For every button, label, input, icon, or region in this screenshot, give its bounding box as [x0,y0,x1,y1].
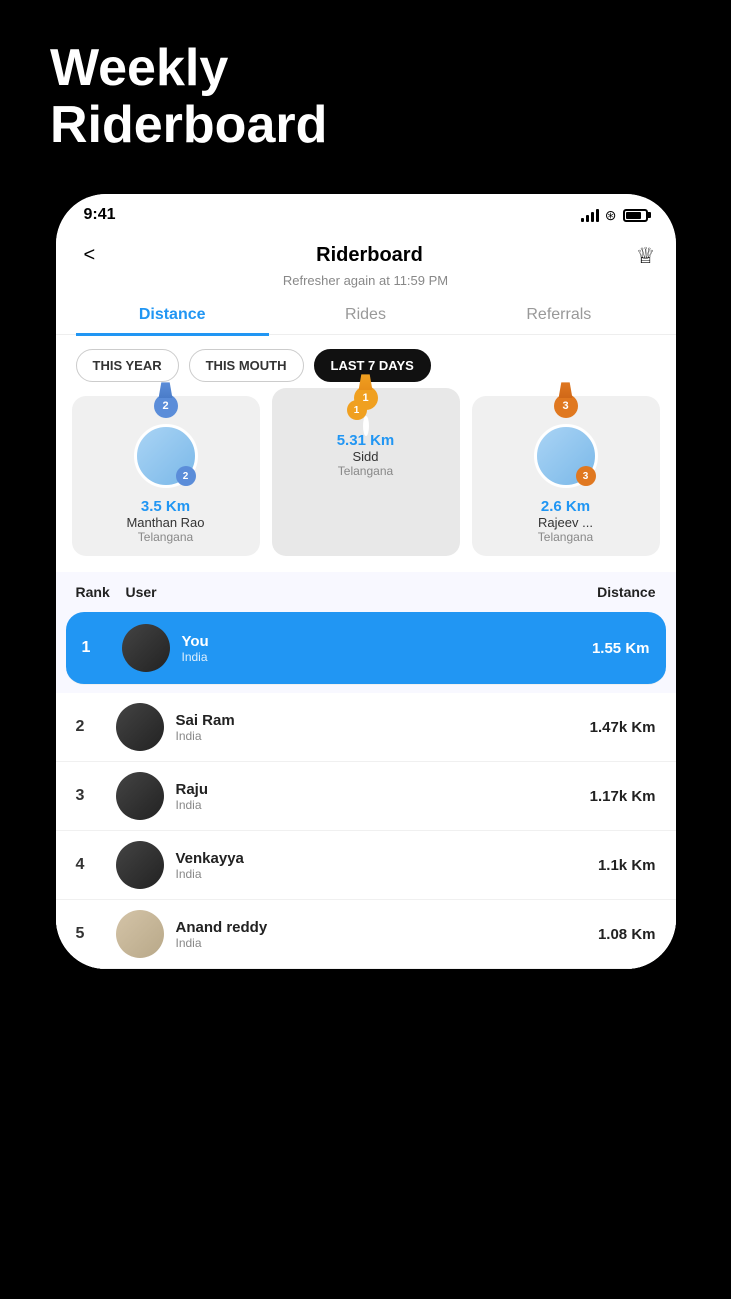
leaderboard-row-4: 4 Venkayya India 1.1k Km [56,831,676,900]
leaderboard-row-2: 2 Sai Ram India 1.47k Km [56,693,676,762]
page-title: WeeklyRiderboard [0,0,377,184]
tab-rides[interactable]: Rides [269,296,462,334]
back-button[interactable]: < [76,240,104,271]
rank-badge-2nd: 2 [176,466,196,486]
podium-card-2nd: 2 2 3.5 Km Manthan Rao Telangana [72,396,260,556]
filter-this-year[interactable]: THIS YEAR [76,349,179,382]
podium: 2 2 3.5 Km Manthan Rao Telangana 1 1 [56,396,676,572]
table-header: Rank User Distance [56,572,676,612]
row-avatar-5 [116,910,164,958]
leaderboard-row-5: 5 Anand reddy India 1.08 Km [56,900,676,969]
header: < Riderboard ♕ Refresher again at 11:59 … [56,232,676,296]
podium-name-1st: Sidd [352,449,378,464]
row-rank-3: 3 [76,787,116,805]
row-avatar-3 [116,772,164,820]
row-distance-1: 1.55 Km [592,640,650,657]
row-region-1: India [182,650,592,664]
avatar-container-2nd: 2 [134,410,198,488]
avatar-container-1st: 1 [363,402,369,422]
row-distance-4: 1.1k Km [598,857,656,874]
phone-frame: 9:41 ⊛ < Riderboard ♕ Refresher again at… [56,194,676,969]
row-rank-2: 2 [76,718,116,736]
col-user: User [126,584,598,600]
header-subtitle: Refresher again at 11:59 PM [283,273,448,288]
status-time: 9:41 [84,206,116,224]
leaderboard-row-3: 3 Raju India 1.17k Km [56,762,676,831]
avatar-container-3rd: 3 [534,410,598,488]
row-avatar-2 [116,703,164,751]
wifi-icon: ⊛ [605,207,617,224]
podium-distance-3rd: 2.6 Km [541,498,590,515]
row-info-3: Raju India [176,781,590,812]
row-info-2: Sai Ram India [176,712,590,743]
battery-icon [623,209,648,222]
status-icons: ⊛ [581,207,648,224]
col-distance: Distance [597,584,655,600]
rank-badge-3rd: 3 [576,466,596,486]
status-bar: 9:41 ⊛ [56,194,676,232]
row-region-3: India [176,798,590,812]
row-region-2: India [176,729,590,743]
podium-name-2nd: Manthan Rao [126,515,204,530]
rank-badge-1st: 1 [347,400,367,420]
leaderboard: Rank User Distance 1 You India 1.55 Km 2 [56,572,676,969]
podium-card-1st: 1 1 5.31 Km Sidd Telangana [272,388,460,556]
row-rank-4: 4 [76,856,116,874]
row-name-3: Raju [176,781,590,798]
row-distance-5: 1.08 Km [598,926,656,943]
podium-distance-2nd: 3.5 Km [141,498,190,515]
podium-name-3rd: Rajeev ... [538,515,593,530]
row-distance-2: 1.47k Km [590,719,656,736]
row-distance-3: 1.17k Km [590,788,656,805]
row-region-5: India [176,936,598,950]
row-rank-1: 1 [82,639,122,657]
crown-icon[interactable]: ♕ [636,243,656,269]
header-title: Riderboard [316,244,423,267]
row-name-4: Venkayya [176,850,598,867]
row-avatar-4 [116,841,164,889]
tab-bar: Distance Rides Referrals [56,296,676,335]
row-info-1: You India [182,633,592,664]
row-name-5: Anand reddy [176,919,598,936]
podium-region-3rd: Telangana [538,530,593,544]
podium-region-2nd: Telangana [138,530,193,544]
row-name-1: You [182,633,592,650]
tab-distance[interactable]: Distance [76,296,269,334]
podium-region-1st: Telangana [338,464,393,478]
filter-this-mouth[interactable]: THIS MOUTH [189,349,304,382]
app-content: < Riderboard ♕ Refresher again at 11:59 … [56,232,676,969]
podium-card-3rd: 3 3 2.6 Km Rajeev ... Telangana [472,396,660,556]
row-region-4: India [176,867,598,881]
row-name-2: Sai Ram [176,712,590,729]
signal-icon [581,208,599,222]
row-info-5: Anand reddy India [176,919,598,950]
row-avatar-1 [122,624,170,672]
leaderboard-row-1: 1 You India 1.55 Km [66,612,666,685]
row-rank-5: 5 [76,925,116,943]
col-rank: Rank [76,584,126,600]
row-info-4: Venkayya India [176,850,598,881]
tab-referrals[interactable]: Referrals [462,296,655,334]
avatar-1st [363,416,369,436]
